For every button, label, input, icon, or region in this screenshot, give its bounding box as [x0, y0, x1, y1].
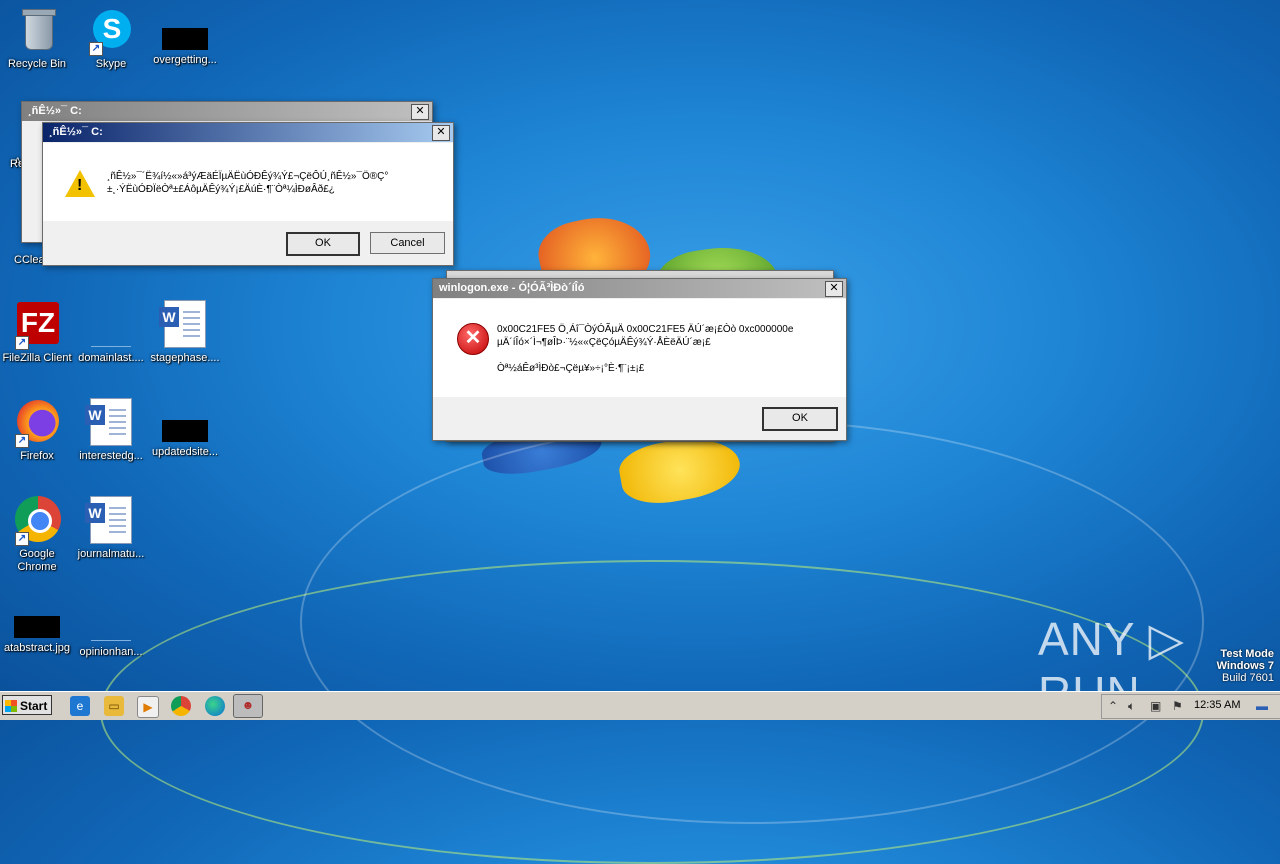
skype-icon: S ↗ — [87, 6, 135, 56]
desktop-icon-label: interestedg... — [79, 450, 143, 462]
internet-explorer-icon[interactable]: e — [70, 696, 90, 716]
media-player-icon[interactable]: ▶ — [137, 696, 159, 718]
desktop-icon-label: overgetting... — [153, 54, 217, 66]
desktop-icon-firefox[interactable]: ↗ Firefox — [0, 398, 74, 463]
warning-icon: ! — [65, 170, 95, 197]
show-hidden-icons-icon[interactable]: ⌃ — [1108, 699, 1118, 713]
system-tray: ⌃ 🔈︎ ▣ ⚑ 12:35 AM ▬ — [1101, 694, 1280, 719]
shortcut-arrow-icon: ↗ — [89, 42, 103, 56]
desktop-icon-domainlast[interactable]: domainlast.... — [74, 300, 148, 365]
application-error-dialog[interactable]: winlogon.exe - Ó¦ÓÃ³ÌÐò´íÎó ✕ ✕ 0x00C21F… — [432, 278, 847, 441]
desktop-icon-journalmatu[interactable]: W journalmatu... — [74, 496, 148, 561]
file-thumbnail — [14, 616, 60, 638]
edge-icon[interactable] — [205, 696, 225, 716]
test-mode-notice: Test Mode Windows 7 Build 7601 — [1216, 648, 1274, 684]
shortcut-arrow-icon: ↗ — [15, 336, 29, 350]
close-button[interactable]: ✕ — [411, 104, 429, 120]
title-bar[interactable]: ¸ñÊ½»¯ C: ✕ — [22, 102, 432, 121]
file-explorer-icon[interactable]: ▭ — [104, 696, 124, 716]
chrome-taskbar-icon[interactable] — [171, 696, 191, 716]
desktop-icon-recycle-bin[interactable]: Recycle Bin — [0, 6, 74, 71]
action-center-flag-icon[interactable]: ⚑ — [1172, 699, 1183, 713]
desktop-icon-label: Google Chrome — [17, 548, 57, 573]
start-button[interactable]: Start — [2, 695, 52, 715]
format-confirm-dialog[interactable]: ¸ñÊ½»¯ C: ✕ ! ¸ñÊ½»¯´Ë¾í½«»á³ýÆäÉÏµÄËùÓÐ… — [42, 122, 454, 266]
filezilla-icon: FZ ↗ — [13, 300, 61, 350]
ok-button[interactable]: OK — [286, 232, 360, 256]
dialog-content: ! ¸ñÊ½»¯´Ë¾í½«»á³ýÆäÉÏµÄËùÓÐÊý¾Ý£¬ÇëÔÚ¸ñ… — [43, 143, 453, 221]
desktop-icon-stagephase[interactable]: W stagephase.... — [148, 300, 222, 365]
desktop-icon-skype[interactable]: S ↗ Skype — [74, 6, 148, 71]
file-thumbnail — [162, 420, 208, 442]
title-bar[interactable]: winlogon.exe - Ó¦ÓÃ³ÌÐò´íÎó ✕ — [433, 279, 846, 298]
file-icon — [87, 594, 135, 642]
desktop-icon-chrome[interactable]: ↗ Google Chrome — [0, 496, 74, 574]
shortcut-arrow-icon: ↗ — [15, 532, 29, 546]
dialog-content: ✕ 0x00C21FE5 Ö¸Áî¯ÒýÓÃµÄ 0x00C21FE5 ÄÚ´æ… — [433, 299, 846, 397]
window-title: ¸ñÊ½»¯ C: — [28, 105, 82, 117]
window-title: winlogon.exe - Ó¦ÓÃ³ÌÐò´íÎó — [439, 282, 585, 294]
running-app-icon[interactable]: ☻ — [233, 694, 263, 718]
volume-icon[interactable]: 🔈︎ — [1128, 699, 1135, 714]
message-text: 0x00C21FE5 Ö¸Áî¯ÒýÓÃµÄ 0x00C21FE5 ÄÚ´æ¡£… — [497, 324, 794, 374]
desktop-icon-label: Skype — [95, 58, 127, 70]
word-document-icon: W — [85, 398, 132, 446]
network-icon[interactable]: ▣ — [1150, 699, 1161, 713]
desktop-icon-interestedg[interactable]: W interestedg... — [74, 398, 148, 463]
cancel-button[interactable]: Cancel — [370, 232, 445, 254]
desktop-icon-label: journalmatu... — [77, 548, 145, 560]
chrome-icon: ↗ — [13, 496, 61, 546]
dialog-footer: OK Cancel — [43, 221, 453, 265]
desktop-icon-label: stagephase.... — [150, 352, 220, 364]
error-icon: ✕ — [457, 323, 489, 355]
show-desktop-icon[interactable]: ▬ — [1256, 699, 1268, 713]
title-bar[interactable]: ¸ñÊ½»¯ C: ✕ — [43, 123, 453, 142]
desktop-icon-label: atabstract.jpg — [3, 642, 71, 654]
shortcut-arrow-icon: ↗ — [15, 434, 29, 448]
taskbar: Start e ▭ ▶ ☻ ⌃ 🔈︎ ▣ ⚑ 12:35 AM ▬ — [0, 691, 1280, 720]
desktop-icon-updatedsite[interactable]: updatedsite... — [148, 398, 222, 459]
window-title: ¸ñÊ½»¯ C: — [49, 126, 103, 138]
file-icon — [87, 300, 135, 348]
message-text: ¸ñÊ½»¯´Ë¾í½«»á³ýÆäÉÏµÄËùÓÐÊý¾Ý£¬ÇëÔÚ¸ñÊ½… — [107, 171, 389, 195]
desktop-icon-filezilla[interactable]: FZ ↗ FileZilla Client — [0, 300, 74, 365]
desktop-icon-overgetting[interactable]: overgetting... — [148, 6, 222, 67]
close-button[interactable]: ✕ — [825, 281, 843, 297]
clock[interactable]: 12:35 AM — [1194, 699, 1240, 711]
close-button[interactable]: ✕ — [432, 125, 450, 141]
dialog-footer: OK — [433, 398, 846, 440]
windows-logo-icon — [5, 700, 17, 712]
ok-button[interactable]: OK — [762, 407, 838, 431]
desktop-icon-label: opinionhan... — [79, 646, 143, 658]
desktop-icon-label: Firefox — [20, 450, 54, 462]
desktop-icon-label: updatedsite... — [151, 446, 219, 458]
desktop-icon-label: FileZilla Client — [2, 352, 72, 364]
recycle-bin-icon — [13, 6, 61, 54]
desktop-icon-atabstract[interactable]: atabstract.jpg — [0, 594, 74, 655]
word-document-icon: W — [159, 300, 206, 348]
firefox-icon: ↗ — [13, 398, 61, 448]
word-document-icon: W — [85, 496, 132, 544]
file-thumbnail — [162, 28, 208, 50]
desktop-icon-label: domainlast.... — [78, 352, 144, 364]
desktop-icon-opinionhan[interactable]: opinionhan... — [74, 594, 148, 659]
desktop-icon-label: Recycle Bin — [7, 58, 67, 70]
